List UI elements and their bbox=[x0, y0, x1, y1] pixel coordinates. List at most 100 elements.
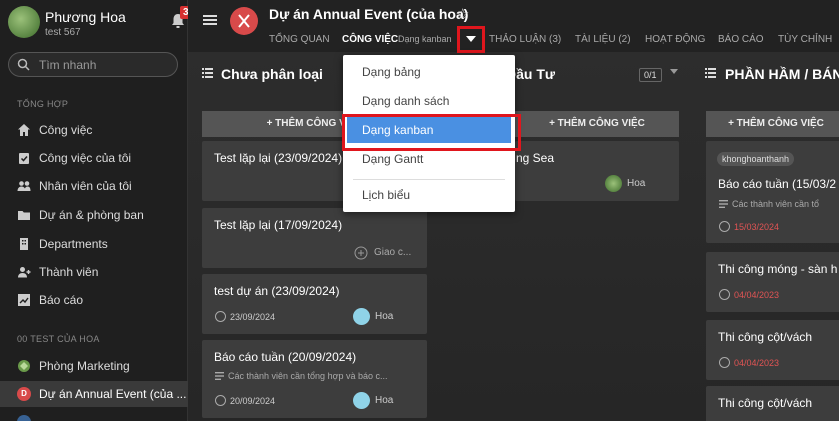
tab-customize[interactable]: TÙY CHỈNH bbox=[778, 34, 832, 45]
tab-overview[interactable]: TỔNG QUAN bbox=[269, 34, 330, 45]
home-icon bbox=[18, 124, 30, 136]
sidebar-item-members[interactable]: Thành viên bbox=[0, 259, 188, 285]
menu-item-label: Lịch biểu bbox=[362, 188, 411, 202]
card-title: test dự án (23/09/2024) bbox=[214, 284, 340, 298]
chevron-down-icon bbox=[466, 36, 476, 42]
sidebar-item-label: Dự án Annual Event (của ... bbox=[39, 387, 187, 401]
description-icon bbox=[719, 200, 728, 208]
tab-tasks[interactable]: CÔNG VIỆC bbox=[342, 34, 398, 45]
task-card[interactable]: ng Sea Hoa bbox=[515, 141, 679, 201]
sidebar-item-more[interactable] bbox=[0, 409, 188, 421]
menu-item-list[interactable]: Dạng danh sách bbox=[343, 88, 515, 114]
sidebar-item-label: Phòng Marketing bbox=[39, 359, 130, 373]
card-title: Thi công móng - sàn h bbox=[718, 262, 838, 276]
avatar bbox=[353, 308, 370, 325]
list-icon bbox=[202, 68, 213, 78]
menu-divider bbox=[353, 179, 505, 180]
avatar[interactable] bbox=[8, 6, 40, 38]
due-date: 15/03/2024 bbox=[734, 222, 780, 232]
clipboard-check-icon bbox=[19, 153, 29, 164]
card-title: Test lặp lại (17/09/2024) bbox=[214, 218, 343, 232]
building-icon bbox=[20, 238, 28, 250]
tab-report[interactable]: BÁO CÁO bbox=[718, 34, 764, 45]
assignee-name: Hoa bbox=[627, 178, 646, 189]
sidebar-item-departments[interactable]: Departments bbox=[0, 231, 188, 257]
selection-highlight bbox=[342, 114, 521, 151]
tag-badge: khonghoanthanh bbox=[717, 152, 795, 166]
assignee-name: Hoa bbox=[375, 395, 394, 406]
tab-discussion[interactable]: THẢO LUẬN (3) bbox=[489, 34, 561, 45]
clock-icon bbox=[719, 221, 730, 232]
sidebar-item-projects[interactable]: Dự án & phòng ban bbox=[0, 202, 188, 228]
user-name: Phương Hoa bbox=[45, 9, 126, 25]
folder-icon bbox=[18, 211, 30, 220]
team-logo-icon bbox=[18, 360, 30, 372]
section-general: TỔNG HỢP bbox=[17, 99, 69, 109]
task-card[interactable]: test dự án (23/09/2024) 23/09/2024 Hoa bbox=[202, 274, 427, 334]
clock-icon bbox=[719, 357, 730, 368]
assign-label: Giao c... bbox=[374, 247, 412, 258]
view-mode-dropdown-button[interactable] bbox=[457, 26, 485, 53]
add-task-button[interactable]: + THÊM CÔNG VIỆC bbox=[706, 111, 839, 137]
menu-item-table[interactable]: Dạng bảng bbox=[343, 59, 515, 85]
list-icon bbox=[705, 68, 716, 78]
assignee-name: Hoa bbox=[375, 311, 394, 322]
clock-icon bbox=[215, 395, 226, 406]
sidebar-item-label: Nhân viên của tôi bbox=[39, 179, 132, 193]
user-subtitle: test 567 bbox=[45, 27, 81, 38]
menu-item-calendar[interactable]: Lịch biểu bbox=[343, 182, 515, 208]
sidebar-item-my-staff[interactable]: Nhân viên của tôi bbox=[0, 173, 188, 199]
due-date: 20/09/2024 bbox=[230, 396, 276, 406]
sidebar: Phương Hoa test 567 3 TỔNG HỢP Công việc… bbox=[0, 0, 192, 421]
card-title: Test lặp lại (23/09/2024) bbox=[214, 151, 343, 165]
due-date: 04/04/2023 bbox=[734, 358, 780, 368]
menu-item-label: Dạng Gantt bbox=[362, 152, 424, 166]
project-logo bbox=[230, 7, 258, 35]
card-description: Các thành viên cần tổ bbox=[732, 199, 820, 209]
task-count: 0/1 bbox=[639, 68, 662, 82]
project-badge bbox=[17, 415, 31, 421]
sidebar-item-tasks[interactable]: Công việc bbox=[0, 117, 188, 143]
search-input[interactable] bbox=[39, 57, 169, 73]
sidebar-item-marketing[interactable]: Phòng Marketing bbox=[0, 353, 188, 379]
users-icon bbox=[17, 181, 31, 191]
description-icon bbox=[215, 372, 224, 380]
user-plus-icon bbox=[18, 267, 31, 278]
card-title: Thi công cột/vách bbox=[718, 396, 813, 410]
sidebar-item-label: Departments bbox=[39, 237, 108, 251]
task-card[interactable]: Báo cáo tuần (20/09/2024) Các thành viên… bbox=[202, 340, 427, 418]
project-header: Dự án Annual Event (của hoa) ☆ TỔNG QUAN… bbox=[188, 0, 839, 52]
sidebar-item-label: Công việc của tôi bbox=[39, 151, 132, 165]
user-profile[interactable]: Phương Hoa test 567 3 bbox=[8, 6, 192, 42]
chart-line-icon bbox=[18, 294, 30, 306]
column-title: Chưa phân loại bbox=[221, 66, 323, 82]
menu-icon[interactable] bbox=[203, 14, 217, 26]
task-card[interactable]: Thi công móng - sàn h 04/04/2023 bbox=[706, 252, 839, 312]
sidebar-item-reports[interactable]: Báo cáo bbox=[0, 287, 188, 313]
avatar bbox=[605, 175, 622, 192]
task-card[interactable]: khonghoanthanh Báo cáo tuần (15/03/2 Các… bbox=[706, 141, 839, 243]
sidebar-item-annual-event[interactable]: D Dự án Annual Event (của ... bbox=[0, 381, 188, 407]
search-icon bbox=[17, 58, 30, 71]
due-date: 04/04/2023 bbox=[734, 290, 780, 300]
view-mode-label: Dạng kanban bbox=[398, 34, 452, 44]
task-card[interactable]: Thi công cột/vách 04/04/2023 bbox=[706, 320, 839, 380]
star-icon[interactable]: ☆ bbox=[456, 5, 469, 23]
project-logo-icon bbox=[238, 14, 250, 28]
card-title: ng Sea bbox=[516, 151, 555, 165]
task-card[interactable]: Thi công cột/vách bbox=[706, 386, 839, 421]
sidebar-item-label: Báo cáo bbox=[39, 293, 84, 307]
due-date: 23/09/2024 bbox=[230, 312, 276, 322]
section-org: 00 TEST CỦA HOA bbox=[17, 334, 100, 344]
task-card[interactable]: Test lặp lại (17/09/2024) Giao c... bbox=[202, 208, 427, 268]
tab-activity[interactable]: HOẠT ĐỘNG bbox=[645, 34, 705, 45]
sidebar-item-my-tasks[interactable]: Công việc của tôi bbox=[0, 145, 188, 171]
project-title: Dự án Annual Event (của hoa) bbox=[269, 6, 469, 22]
sidebar-item-label: Công việc bbox=[39, 123, 93, 137]
search-box[interactable] bbox=[8, 52, 178, 77]
column-menu-icon[interactable] bbox=[670, 69, 678, 74]
add-task-button[interactable]: + THÊM CÔNG VIỆC bbox=[515, 111, 679, 137]
menu-item-label: Dạng bảng bbox=[362, 65, 421, 79]
add-circle-icon[interactable] bbox=[354, 246, 368, 260]
tab-documents[interactable]: TÀI LIỆU (2) bbox=[575, 34, 631, 45]
